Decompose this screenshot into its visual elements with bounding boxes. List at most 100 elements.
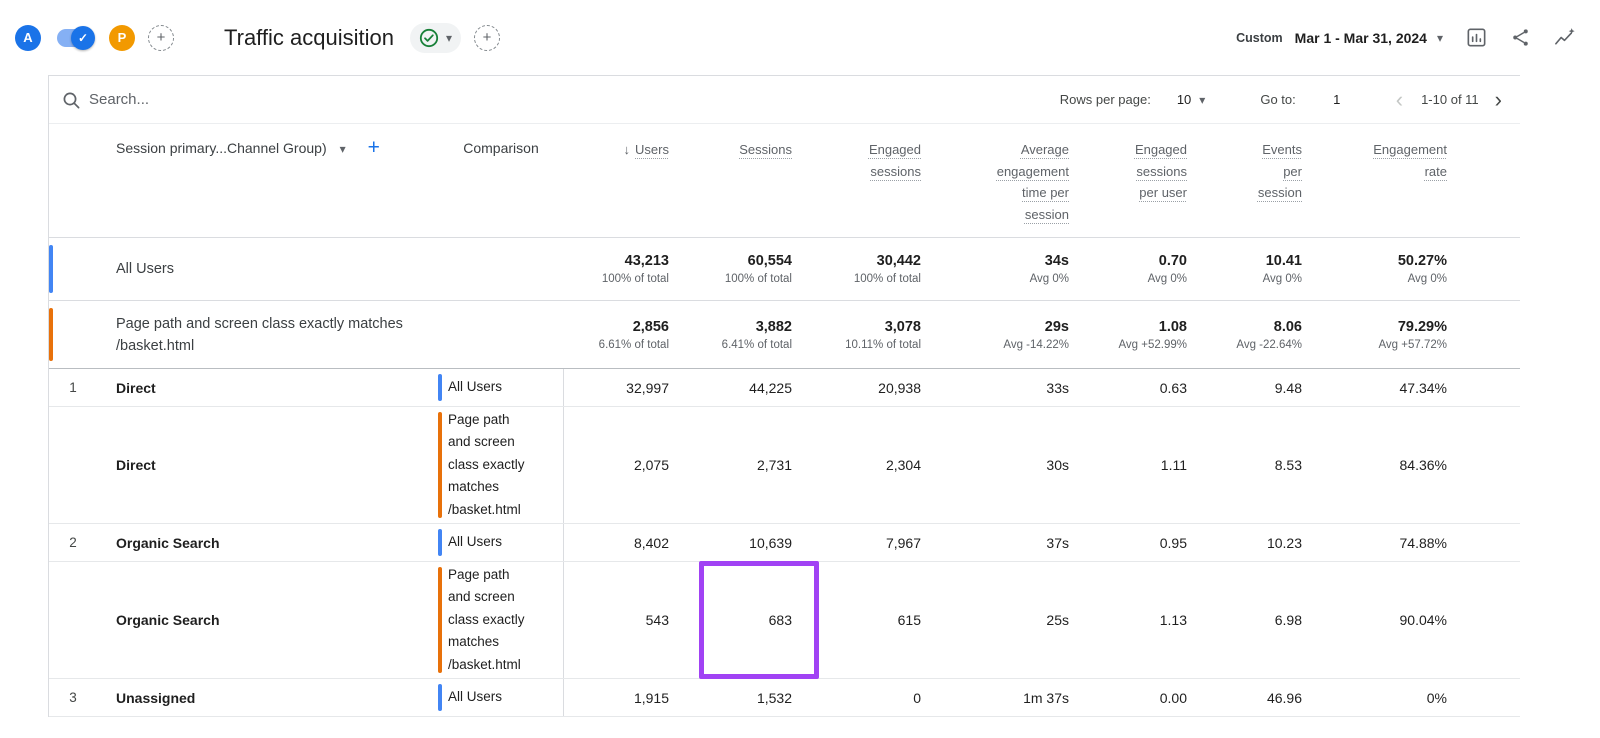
row-index: 2 [49,524,97,561]
check-circle-icon [419,28,439,48]
row-index: 1 [49,369,97,406]
channel-name: Direct [97,407,438,523]
metric-cell: 33s [931,369,1079,406]
add-dimension-button[interactable]: + [368,139,380,156]
comparison-cell: Page path and screen class exactly match… [438,562,564,678]
column-header[interactable]: Engagement rate [1312,124,1457,237]
channel-name: Direct [97,369,438,406]
channel-name: Organic Search [97,562,438,678]
metric-value: 30,442 [877,253,921,269]
column-header[interactable]: Engaged sessions per user [1079,124,1197,237]
summary-rows: All Users43,213100% of total60,554100% o… [49,238,1520,369]
previous-page-button[interactable]: ‹ [1392,89,1407,111]
search-input[interactable] [89,91,409,108]
comparison-cell: All Users [438,369,564,406]
comparison-label: Page path and screen class exactly match… [438,564,525,676]
add-comparison-button[interactable]: + [148,25,174,51]
column-header[interactable]: Events per session [1197,124,1312,237]
column-header[interactable]: Sessions [679,124,802,237]
column-header-label: Engaged sessions [869,139,921,182]
metric-value: 29s [1045,319,1069,335]
metric-subvalue: Avg -22.64% [1236,339,1302,351]
metric-cell: 30,442100% of total [802,238,931,300]
metric-subvalue: 100% of total [602,273,669,285]
metric-cell: 10,639 [679,524,802,561]
comparison-chip-p[interactable]: P [109,25,135,51]
metric-cell: 8,402 [564,524,679,561]
metric-cell: 46.96 [1197,679,1312,716]
column-header-label: Sessions [739,139,792,161]
metric-value: 43,213 [625,253,669,269]
insights-icon[interactable] [1553,26,1576,49]
metric-subvalue: Avg -14.22% [1003,339,1069,351]
rows-per-page-select[interactable]: 10 ▾ [1177,92,1206,107]
toggle-knob: ✓ [71,26,95,50]
metric-subvalue: Avg 0% [1263,273,1302,285]
add-report-tab-button[interactable]: + [474,25,500,51]
column-header-label: Engagement rate [1373,139,1447,182]
summary-row: All Users43,213100% of total60,554100% o… [49,238,1520,301]
report-table-card: Rows per page: 10 ▾ Go to: ‹ 1-10 of 11 … [48,75,1520,717]
metric-cell: 615 [802,562,931,678]
metric-cell: 43,213 100% of total [564,238,679,300]
metric-cell: 1,532 [679,679,802,716]
all-users-toggle[interactable]: ✓ [57,29,93,47]
row-index [49,562,97,678]
metric-cell: 20,938 [802,369,931,406]
comparison-cell: All Users [438,524,564,561]
column-header[interactable]: Engaged sessions [802,124,931,237]
highlighted-metric-cell: 683 [679,562,802,678]
metric-subvalue: Avg 0% [1030,273,1069,285]
table-row: Organic SearchPage path and screen class… [49,562,1520,679]
date-range-selector[interactable]: Mar 1 - Mar 31, 2024 [1295,30,1427,46]
plus-icon: + [157,30,166,45]
channel-name: Unassigned [97,679,438,716]
search-icon[interactable] [61,90,81,110]
avatar-letter: A [23,30,32,45]
metric-subvalue: Avg 0% [1148,273,1187,285]
comparison-accent-bar [49,245,53,293]
metric-cell: 1.13 [1079,562,1197,678]
detail-rows: 1DirectAll Users32,99744,22520,93833s0.6… [49,369,1520,717]
metric-cell: 8.06Avg -22.64% [1197,301,1312,368]
chevron-down-icon: ▾ [1199,94,1205,106]
report-status-badge[interactable]: ▾ [410,23,461,53]
metric-cell: 1m 37s [931,679,1079,716]
metric-subvalue: Avg +57.72% [1378,339,1447,351]
table-row: DirectPage path and screen class exactly… [49,407,1520,524]
metric-cell: 2,8566.61% of total [564,301,679,368]
goto-label: Go to: [1260,92,1295,107]
metric-value: 10.41 [1266,253,1302,269]
metric-subvalue: 100% of total [725,273,792,285]
column-header[interactable]: ↓Users [564,124,679,237]
comparison-chip-a[interactable]: A [15,25,41,51]
comparison-label: All Users [438,376,502,398]
metric-cell: 2,304 [802,407,931,523]
metric-cell: 60,554100% of total [679,238,802,300]
metric-cell: 3,8826.41% of total [679,301,802,368]
column-header-label: Users [635,139,669,161]
table-row: 2Organic SearchAll Users8,40210,6397,967… [49,524,1520,562]
column-header-label: Average engagement time per session [997,139,1069,225]
metric-cell: 1.08Avg +52.99% [1079,301,1197,368]
dimension-dropdown[interactable]: Session primary...Channel Group) ▾ + [49,124,438,237]
chevron-down-icon: ▾ [340,143,346,155]
metric-cell: 84.36% [1312,407,1457,523]
comparison-column-header: Comparison [438,124,564,237]
sort-descending-icon: ↓ [624,139,631,161]
metric-value: 79.29% [1398,319,1447,335]
column-header[interactable]: Average engagement time per session [931,124,1079,237]
page-title: Traffic acquisition [224,25,394,51]
share-icon[interactable] [1510,27,1531,48]
customize-report-icon[interactable] [1465,26,1488,49]
metric-cell: 79.29% Avg +57.72% [1312,301,1457,368]
metric-cell: 0% [1312,679,1457,716]
metric-cell: 32,997 [564,369,679,406]
column-header-label: Events per session [1258,139,1302,204]
next-page-button[interactable]: › [1491,89,1506,111]
goto-page-input[interactable] [1320,92,1354,107]
date-preset-label: Custom [1236,31,1283,45]
metric-value: 2,856 [633,319,669,335]
comparison-accent-bar [438,529,442,556]
metric-cell: 9.48 [1197,369,1312,406]
